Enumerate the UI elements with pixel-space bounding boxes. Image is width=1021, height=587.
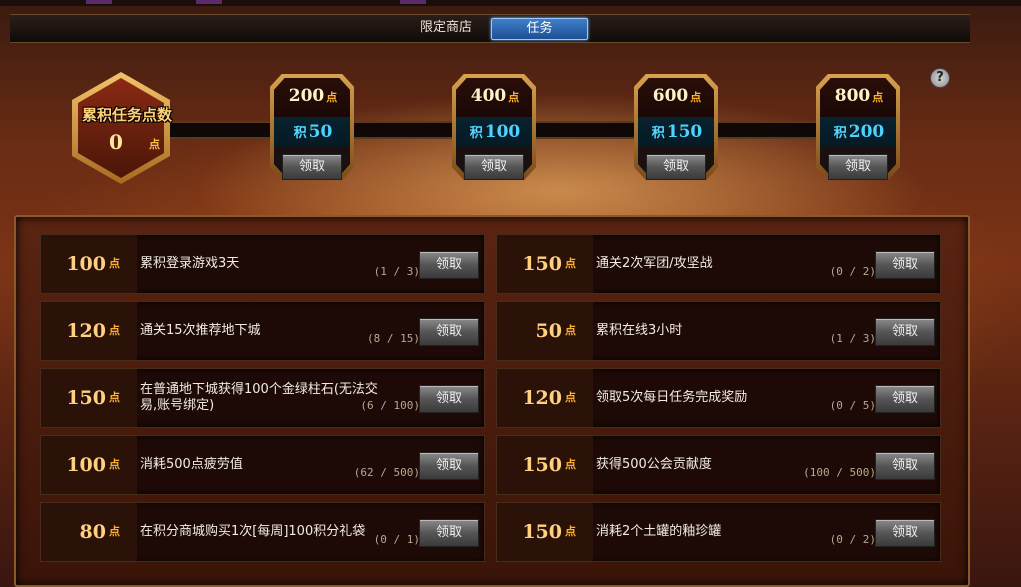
claim-task-button[interactable]: 领取: [875, 385, 935, 413]
milestone-reward: 积 100: [469, 122, 521, 142]
task-name: 累积登录游戏3天: [140, 256, 240, 271]
tab-bar: 限定商店 任务: [10, 14, 970, 43]
claim-task-button[interactable]: 领取: [419, 251, 479, 279]
task-row: 100 点 累积登录游戏3天 (1 / 3) 领取: [40, 234, 485, 294]
milestone-200: 200 点 积 50 领取: [270, 74, 356, 182]
task-progress: (8 / 15): [367, 332, 420, 345]
task-name: 在普通地下城获得100个金绿柱石(无法交易,账号绑定): [140, 382, 378, 413]
milestone-points-unit: 点: [326, 91, 338, 104]
reward-prefix: 积: [833, 126, 847, 141]
milestone-points: 400 点: [470, 86, 520, 106]
tab-limited-shop[interactable]: 限定商店: [406, 18, 486, 38]
top-decoration: [400, 0, 426, 4]
milestone-points: 600 点: [652, 86, 702, 106]
top-strip: [0, 0, 1021, 6]
task-points: 150: [522, 253, 562, 275]
task-progress: (0 / 2): [829, 533, 876, 546]
claim-milestone-button[interactable]: 领取: [464, 154, 524, 180]
milestone-points: 800 点: [834, 86, 884, 106]
task-name: 消耗2个土罐的釉珍罐: [596, 524, 722, 539]
claim-milestone-button[interactable]: 领取: [828, 154, 888, 180]
task-progress: (62 / 500): [353, 466, 420, 479]
claim-task-button[interactable]: 领取: [419, 519, 479, 547]
task-row: 50 点 累积在线3小时 (1 / 3) 领取: [496, 301, 941, 361]
task-progress: (0 / 2): [829, 265, 876, 278]
milestone-points-unit: 点: [690, 91, 702, 104]
milestone-points-unit: 点: [872, 91, 884, 104]
task-name: 消耗500点疲劳值: [140, 457, 243, 472]
task-name: 通关2次军团/攻坚战: [596, 256, 713, 271]
claim-task-button[interactable]: 领取: [875, 452, 935, 480]
total-points-label: 累积任务点数: [81, 106, 172, 124]
task-name: 在积分商城购买1次[每周]100积分礼袋: [140, 524, 366, 539]
task-points: 100: [66, 454, 106, 476]
help-icon[interactable]: ?: [930, 68, 950, 88]
task-row: 120 点 通关15次推荐地下城 (8 / 15) 领取: [40, 301, 485, 361]
task-progress: (0 / 1): [373, 533, 420, 546]
claim-milestone-button[interactable]: 领取: [646, 154, 706, 180]
task-points: 80: [79, 521, 106, 543]
total-points-value: 0: [109, 130, 123, 154]
milestone-600: 600 点 积 150 领取: [634, 74, 720, 182]
claim-task-button[interactable]: 领取: [419, 452, 479, 480]
task-points: 120: [66, 320, 106, 342]
task-row: 150 点 在普通地下城获得100个金绿柱石(无法交易,账号绑定) (6 / 1…: [40, 368, 485, 428]
task-points-unit: 点: [565, 391, 576, 404]
milestone-800: 800 点 积 200 领取: [816, 74, 902, 182]
claim-task-button[interactable]: 领取: [875, 251, 935, 279]
task-row: 150 点 通关2次军团/攻坚战 (0 / 2) 领取: [496, 234, 941, 294]
task-points: 150: [522, 521, 562, 543]
task-name: 通关15次推荐地下城: [140, 323, 261, 338]
task-progress: (6 / 100): [360, 399, 420, 412]
task-progress: (0 / 5): [829, 399, 876, 412]
task-name: 累积在线3小时: [596, 323, 683, 338]
task-row: 150 点 消耗2个土罐的釉珍罐 (0 / 2) 领取: [496, 502, 941, 562]
task-points-unit: 点: [109, 391, 120, 404]
task-points: 150: [66, 387, 106, 409]
milestone-points: 200 点: [288, 86, 338, 106]
task-points: 50: [535, 320, 562, 342]
claim-task-button[interactable]: 领取: [875, 318, 935, 346]
task-progress: (1 / 3): [373, 265, 420, 278]
reward-prefix: 积: [651, 126, 665, 141]
task-points: 150: [522, 454, 562, 476]
task-name: 领取5次每日任务完成奖励: [596, 390, 748, 405]
task-points-unit: 点: [109, 525, 120, 538]
task-points-unit: 点: [565, 257, 576, 270]
task-row: 80 点 在积分商城购买1次[每周]100积分礼袋 (0 / 1) 领取: [40, 502, 485, 562]
task-progress: (100 / 500): [803, 466, 876, 479]
milestone-reward: 积 150: [651, 122, 703, 142]
reward-prefix: 积: [293, 126, 307, 141]
task-points-unit: 点: [109, 324, 120, 337]
milestone-reward: 积 200: [833, 122, 885, 142]
claim-task-button[interactable]: 领取: [419, 318, 479, 346]
task-row: 120 点 领取5次每日任务完成奖励 (0 / 5) 领取: [496, 368, 941, 428]
task-points-unit: 点: [565, 458, 576, 471]
task-points: 120: [522, 387, 562, 409]
task-points-unit: 点: [109, 257, 120, 270]
task-row: 150 点 获得500公会贡献度 (100 / 500) 领取: [496, 435, 941, 495]
tab-tasks[interactable]: 任务: [491, 18, 588, 40]
claim-milestone-button[interactable]: 领取: [282, 154, 342, 180]
milestone-400: 400 点 积 100 领取: [452, 74, 538, 182]
task-points-unit: 点: [565, 324, 576, 337]
milestone-reward: 积 50: [293, 122, 333, 142]
milestone-points-unit: 点: [508, 91, 520, 104]
task-name: 获得500公会贡献度: [596, 457, 712, 472]
task-points-unit: 点: [109, 458, 120, 471]
claim-task-button[interactable]: 领取: [419, 385, 479, 413]
reward-prefix: 积: [469, 126, 483, 141]
task-points-unit: 点: [565, 525, 576, 538]
total-points-badge: [72, 72, 170, 184]
task-progress: (1 / 3): [829, 332, 876, 345]
top-decoration: [86, 0, 112, 4]
claim-task-button[interactable]: 领取: [875, 519, 935, 547]
task-points: 100: [66, 253, 106, 275]
task-row: 100 点 消耗500点疲劳值 (62 / 500) 领取: [40, 435, 485, 495]
top-decoration: [196, 0, 222, 4]
total-points-unit: 点: [149, 138, 160, 151]
